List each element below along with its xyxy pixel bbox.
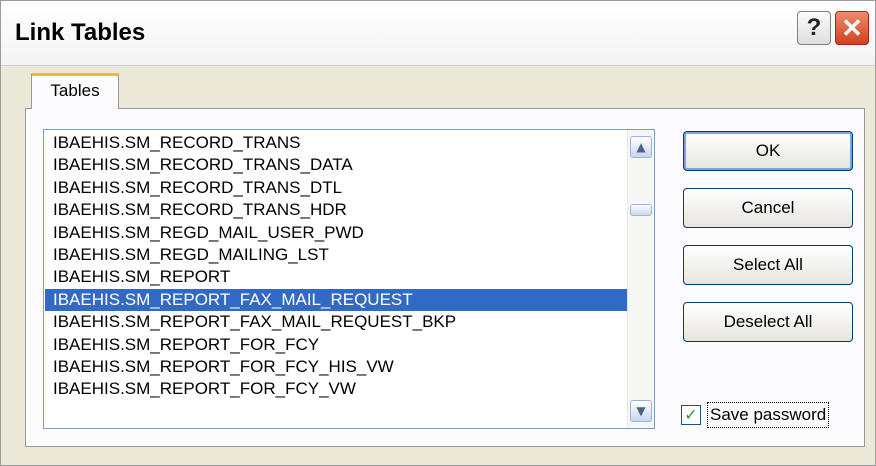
save-password-label[interactable]: Save password [707,402,830,428]
tab-tables-label: Tables [50,81,100,100]
list-item[interactable]: IBAEHIS.SM_REGD_MAIL_USER_PWD [45,222,627,244]
help-icon: ? [806,14,822,41]
list-item[interactable]: IBAEHIS.SM_REPORT_FOR_FCY_VW [45,378,627,400]
list-item[interactable]: IBAEHIS.SM_RECORD_TRANS [45,132,627,154]
title-bar[interactable]: Link Tables ? ✕ [1,1,875,66]
list-item[interactable]: IBAEHIS.SM_REPORT_FAX_MAIL_REQUEST_BKP [45,311,627,333]
ok-button[interactable]: OK [683,131,853,171]
dialog-title: Link Tables [15,19,146,46]
list-item[interactable]: IBAEHIS.SM_RECORD_TRANS_DATA [45,154,627,176]
scroll-up-button[interactable]: ▲ [630,136,652,158]
deselect-all-button[interactable]: Deselect All [683,302,853,342]
select-all-button[interactable]: Select All [683,245,853,285]
list-scrollbar[interactable]: ▲ ▼ [627,130,654,428]
list-item[interactable]: IBAEHIS.SM_RECORD_TRANS_HDR [45,199,627,221]
scroll-down-button[interactable]: ▼ [630,400,652,422]
cancel-button[interactable]: Cancel [683,188,853,228]
list-item[interactable]: IBAEHIS.SM_REPORT_FOR_FCY_HIS_VW [45,356,627,378]
table-list: IBAEHIS.SM_RECORD_TRANS IBAEHIS.SM_RECORD… [45,132,627,401]
chevron-down-icon: ▼ [636,404,646,418]
tables-listbox[interactable]: IBAEHIS.SM_RECORD_TRANS IBAEHIS.SM_RECORD… [43,129,655,429]
scroll-thumb[interactable] [630,204,652,216]
tab-tables[interactable]: Tables [31,73,119,109]
close-icon: ✕ [841,13,863,43]
chevron-up-icon: ▲ [636,140,646,154]
close-button[interactable]: ✕ [835,11,869,45]
list-item-selected[interactable]: IBAEHIS.SM_REPORT_FAX_MAIL_REQUEST [45,288,627,312]
list-item[interactable]: IBAEHIS.SM_REGD_MAILING_LST [45,244,627,266]
save-password-checkbox[interactable]: ✓ [681,405,701,425]
list-item[interactable]: IBAEHIS.SM_REPORT [45,266,627,288]
list-item[interactable]: IBAEHIS.SM_RECORD_TRANS_DTL [45,177,627,199]
list-item[interactable]: IBAEHIS.SM_REPORT_FOR_FCY [45,334,627,356]
help-button[interactable]: ? [797,11,831,45]
checkmark-icon: ✓ [684,405,698,424]
link-tables-dialog: Link Tables ? ✕ Tables IBAEHIS.SM_RECORD… [0,0,876,466]
